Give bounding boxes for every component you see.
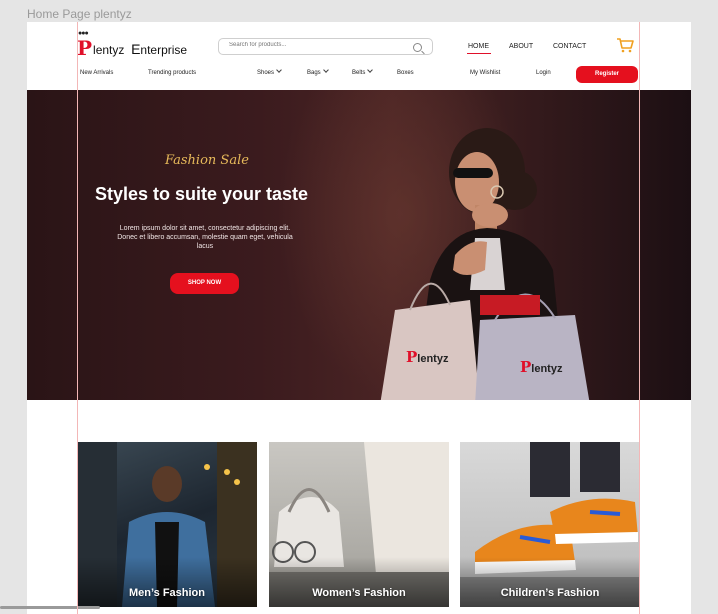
home-page: ●●● P lentyz Enterprise HOME ABOUT CONTA… bbox=[27, 22, 691, 614]
category-label: Men’s Fashion bbox=[129, 587, 205, 599]
search-icon[interactable] bbox=[413, 43, 422, 52]
bag-logo-text: lentyz bbox=[417, 353, 449, 365]
layout-guide-left bbox=[77, 22, 78, 614]
hero-title: Styles to suite your taste bbox=[95, 184, 309, 204]
search-bar[interactable] bbox=[218, 38, 433, 55]
category-card-women[interactable]: Women’s Fashion bbox=[269, 442, 449, 607]
chevron-down-icon bbox=[276, 67, 282, 73]
category-label: Women’s Fashion bbox=[312, 587, 406, 599]
shop-now-button[interactable]: SHOP NOW bbox=[170, 273, 239, 294]
hero-description: Lorem ipsum dolor sit amet, consectetur … bbox=[117, 225, 293, 250]
logo-text: lentyz Enterprise bbox=[93, 41, 188, 57]
category-label: Children’s Fashion bbox=[500, 587, 600, 599]
layout-guide-right bbox=[639, 22, 640, 614]
nav-bags[interactable]: Bags bbox=[307, 67, 329, 76]
chevron-down-icon bbox=[367, 67, 374, 73]
nav-belts-label: Belts bbox=[352, 70, 366, 76]
nav-wishlist[interactable]: My Wishlist bbox=[470, 70, 500, 76]
nav-trending-products[interactable]: Trending products bbox=[148, 70, 196, 76]
footprint-icon: ●●● bbox=[78, 30, 89, 37]
nav-about[interactable]: ABOUT bbox=[509, 43, 533, 50]
nav-bags-label: Bags bbox=[307, 70, 321, 76]
nav-shoes-label: Shoes bbox=[257, 70, 275, 76]
chevron-down-icon bbox=[322, 67, 329, 73]
card-shade bbox=[77, 557, 257, 607]
nav-shoes[interactable]: Shoes bbox=[257, 67, 282, 76]
nav-new-arrivals[interactable]: New Arrivals bbox=[80, 70, 113, 76]
hero-tagline: Fashion Sale bbox=[165, 153, 249, 168]
frame-label: Home Page plentyz bbox=[27, 7, 132, 21]
register-button[interactable]: Register bbox=[576, 66, 638, 83]
nav-contact[interactable]: CONTACT bbox=[553, 43, 586, 50]
bag-logo-text: lentyz bbox=[531, 363, 563, 375]
nav-boxes[interactable]: Boxes bbox=[397, 70, 414, 76]
category-card-children[interactable]: Children’s Fashion bbox=[460, 442, 640, 607]
bag-logo-right: Plentyz bbox=[520, 358, 562, 376]
horizontal-scrollbar[interactable] bbox=[0, 606, 100, 609]
cart-icon[interactable] bbox=[616, 37, 634, 53]
category-cards: Men’s Fashion Women’s Fashion Children’s… bbox=[27, 442, 691, 614]
bag-logo-left: Plentyz bbox=[406, 348, 448, 366]
card-shade bbox=[269, 557, 449, 607]
card-shade bbox=[460, 557, 640, 607]
bag-logo-p: P bbox=[520, 358, 532, 376]
nav-belts[interactable]: Belts bbox=[352, 67, 374, 76]
nav-home[interactable]: HOME bbox=[468, 43, 489, 50]
search-input[interactable] bbox=[229, 42, 399, 48]
category-card-men[interactable]: Men’s Fashion bbox=[77, 442, 257, 607]
nav-login[interactable]: Login bbox=[536, 70, 551, 76]
hero-banner: Fashion Sale Styles to suite your taste … bbox=[27, 90, 691, 400]
nav-home-underline bbox=[467, 53, 491, 54]
brand-logo[interactable]: ●●● P lentyz Enterprise bbox=[77, 30, 188, 60]
bag-logo-p: P bbox=[406, 348, 418, 366]
logo-p: P bbox=[77, 36, 93, 60]
